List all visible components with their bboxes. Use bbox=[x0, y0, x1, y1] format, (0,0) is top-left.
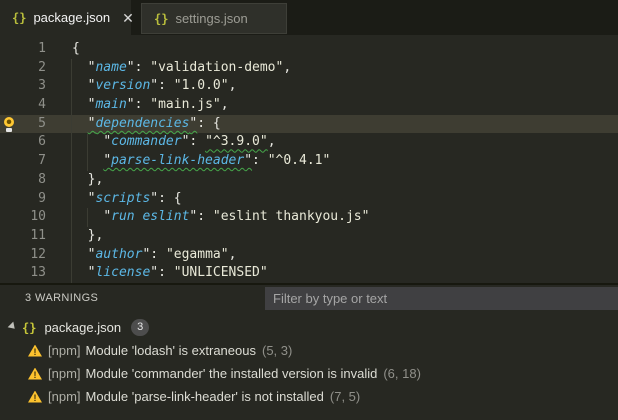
glyph-margin bbox=[0, 171, 20, 190]
warning-icon: ! bbox=[28, 390, 42, 403]
json-file-icon: {} bbox=[12, 10, 27, 25]
json-file-icon: {} bbox=[154, 11, 169, 26]
problems-panel: 3 WARNINGS {} package.json 3 ! [npm] Modul… bbox=[0, 283, 618, 420]
warning-message: Module 'lodash' is extraneous bbox=[85, 343, 256, 358]
glyph-margin bbox=[0, 152, 20, 171]
lightbulb-icon[interactable] bbox=[3, 116, 15, 132]
code-line[interactable]: 3 "version": "1.0.0", bbox=[0, 77, 618, 96]
code-text: "commander": "^3.9.0", bbox=[103, 134, 276, 150]
warning-message: Module 'commander' the installed version… bbox=[85, 366, 378, 381]
tab-label: package.json bbox=[33, 10, 111, 25]
code-text: "dependencies": { bbox=[87, 115, 221, 131]
warning-row[interactable]: ! [npm] Module 'commander' the installed v… bbox=[0, 362, 618, 385]
glyph-margin bbox=[0, 59, 20, 78]
code-line[interactable]: 6 "commander": "^3.9.0", bbox=[0, 133, 618, 152]
line-number: 7 bbox=[38, 153, 46, 169]
code-text: "parse-link-header": "^0.4.1" bbox=[103, 153, 331, 169]
line-number: 13 bbox=[30, 265, 46, 281]
filter-input[interactable] bbox=[265, 287, 618, 310]
glyph-margin bbox=[0, 77, 20, 96]
line-number: 2 bbox=[38, 59, 46, 75]
code-line[interactable]: 5 "dependencies": { bbox=[0, 114, 618, 134]
warning-location: (7, 5) bbox=[329, 389, 361, 404]
code-text: "name": "validation-demo", bbox=[87, 59, 292, 75]
warning-source: [npm] bbox=[48, 366, 81, 381]
line-number: 9 bbox=[38, 190, 46, 206]
code-line[interactable]: 11 }, bbox=[0, 227, 618, 246]
glyph-margin bbox=[0, 227, 20, 246]
tab-package-json[interactable]: {} package.json ✕ bbox=[0, 0, 134, 35]
warning-icon: ! bbox=[28, 367, 42, 380]
code-text: "run eslint": "eslint thankyou.js" bbox=[103, 209, 370, 225]
line-number: 11 bbox=[30, 227, 46, 243]
code-text: "main": "main.js", bbox=[87, 97, 229, 113]
code-text: "license": "UNLICENSED" bbox=[87, 265, 268, 281]
line-number: 10 bbox=[30, 209, 46, 225]
warning-icon: ! bbox=[28, 344, 42, 357]
glyph-margin bbox=[0, 133, 20, 152]
glyph-margin bbox=[0, 264, 20, 283]
problems-tree: {} package.json 3 ! [npm] Module 'lodash' … bbox=[0, 316, 618, 408]
vscode-window: {} package.json ✕ {} settings.json 1{2 "… bbox=[0, 0, 618, 420]
glyph-margin bbox=[0, 96, 20, 115]
line-number: 3 bbox=[38, 78, 46, 94]
tab-bar: {} package.json ✕ {} settings.json bbox=[0, 0, 618, 35]
tab-label: settings.json bbox=[175, 11, 248, 26]
code-text: "author": "egamma", bbox=[87, 246, 237, 262]
code-line[interactable]: 1{ bbox=[0, 40, 618, 59]
code-line[interactable]: 10 "run eslint": "eslint thankyou.js" bbox=[0, 208, 618, 227]
line-number: 5 bbox=[38, 115, 46, 131]
line-number: 8 bbox=[38, 171, 46, 187]
glyph-margin bbox=[0, 208, 20, 227]
warning-location: (6, 18) bbox=[383, 366, 421, 381]
warning-source: [npm] bbox=[48, 389, 81, 404]
glyph-margin bbox=[0, 115, 20, 134]
code-line[interactable]: 9 "scripts": { bbox=[0, 190, 618, 209]
warning-count-badge: 3 bbox=[131, 319, 150, 336]
editor[interactable]: 1{2 "name": "validation-demo", 3 "version… bbox=[0, 35, 618, 283]
code-line[interactable]: 7 "parse-link-header": "^0.4.1" bbox=[0, 152, 618, 171]
line-number: 6 bbox=[38, 134, 46, 150]
tree-item-package-json[interactable]: {} package.json 3 bbox=[0, 316, 618, 339]
line-number: 1 bbox=[38, 41, 46, 56]
panel-header: 3 WARNINGS bbox=[0, 285, 618, 313]
code-text: { bbox=[72, 41, 80, 56]
glyph-margin bbox=[0, 246, 20, 265]
warning-list: ! [npm] Module 'lodash' is extraneous (5, 3… bbox=[0, 339, 618, 408]
panel-title: 3 WARNINGS bbox=[25, 292, 99, 304]
glyph-margin bbox=[0, 40, 20, 59]
code-line[interactable]: 13 "license": "UNLICENSED" bbox=[0, 264, 618, 283]
chevron-expanded-icon[interactable] bbox=[7, 321, 21, 334]
code-text: }, bbox=[72, 171, 104, 187]
close-icon[interactable]: ✕ bbox=[122, 11, 134, 25]
code-line[interactable]: 12 "author": "egamma", bbox=[0, 246, 618, 265]
code-text: }, bbox=[72, 227, 104, 243]
code-line[interactable]: 4 "main": "main.js", bbox=[0, 96, 618, 115]
tab-settings-json[interactable]: {} settings.json bbox=[141, 3, 287, 34]
line-number: 12 bbox=[30, 246, 46, 262]
warning-message: Module 'parse-link-header' is not instal… bbox=[85, 389, 324, 404]
code-text: "version": "1.0.0", bbox=[87, 78, 237, 94]
code-text: "scripts": { bbox=[87, 190, 182, 206]
line-number: 4 bbox=[38, 97, 46, 113]
glyph-margin bbox=[0, 190, 20, 209]
warning-row[interactable]: ! [npm] Module 'parse-link-header' is not … bbox=[0, 385, 618, 408]
code-lines: 1{2 "name": "validation-demo", 3 "version… bbox=[0, 40, 618, 283]
json-file-icon: {} bbox=[22, 320, 37, 335]
code-line[interactable]: 2 "name": "validation-demo", bbox=[0, 59, 618, 78]
warning-source: [npm] bbox=[48, 343, 81, 358]
warning-row[interactable]: ! [npm] Module 'lodash' is extraneous (5, 3… bbox=[0, 339, 618, 362]
file-label: package.json bbox=[44, 320, 122, 335]
code-line[interactable]: 8 }, bbox=[0, 171, 618, 190]
warning-location: (5, 3) bbox=[261, 343, 293, 358]
